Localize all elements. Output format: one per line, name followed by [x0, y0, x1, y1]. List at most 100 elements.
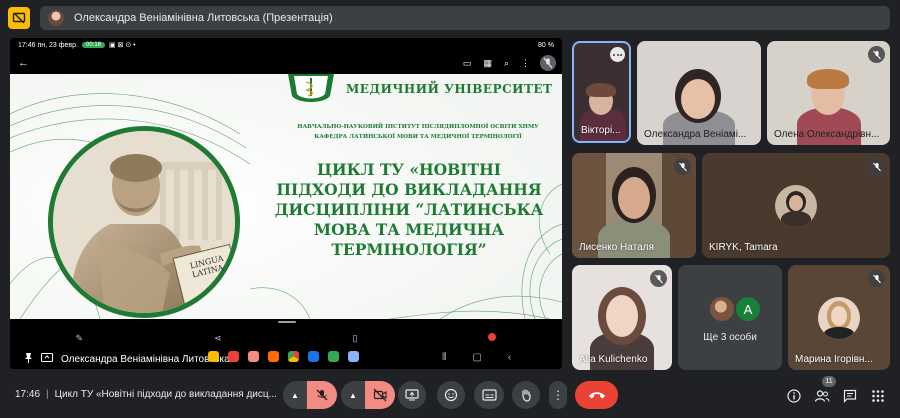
app-icon — [208, 351, 219, 362]
raise-hand-button[interactable] — [512, 381, 540, 409]
chevron-up-icon: ▲ — [349, 390, 357, 400]
participant-name: Лисенко Наталя — [579, 242, 654, 253]
apps-grid-icon — [872, 390, 884, 402]
phone-toolbar: ← ▭ ▦ ⌕ ⋮ — [10, 52, 562, 74]
slide-title: ЦИКЛ ТУ «НОВІТНІ ПІДХОДИ ДО ВИКЛАДАННЯ Д… — [256, 160, 562, 260]
mic-off-icon — [674, 158, 691, 175]
participant-tile[interactable]: Вікторі... — [572, 41, 631, 143]
presentation-stage[interactable]: 17:46 пн, 23 февр. 00:16 ▣ ⊠ ⊙ • 80 % ← … — [10, 38, 562, 369]
meeting-controls-bar: 17:46 | Цикл ТУ «Новітні підходи до викл… — [0, 372, 900, 418]
drag-handle[interactable] — [278, 321, 296, 323]
pen-icon[interactable]: ✎ — [75, 333, 83, 344]
phone-date: пн, 23 февр. — [37, 41, 78, 49]
captions-button[interactable] — [474, 381, 504, 409]
participant-name: Олександра Веніамі... — [644, 129, 747, 140]
presenter-name: Олександра Веніамінівна Литовська — [61, 354, 230, 365]
app-icon — [308, 351, 319, 362]
grid-icon: ▦ — [483, 57, 492, 68]
app-icon — [348, 351, 359, 362]
phone-time: 17:46 — [18, 41, 36, 49]
clipboard-icon[interactable]: ▯ — [353, 333, 358, 344]
avatar — [775, 184, 817, 227]
avatar: A — [734, 295, 762, 323]
more-options-icon[interactable] — [610, 47, 625, 62]
share-icon[interactable]: ⋖ — [214, 333, 222, 344]
phone-app-dock — [208, 351, 359, 362]
participant-count-badge: 11 — [822, 376, 836, 387]
avatar — [818, 296, 860, 339]
other-participants-tile[interactable]: A Ще 3 особи — [678, 265, 782, 370]
presentation-icon[interactable] — [8, 7, 30, 29]
chevron-up-icon: ▲ — [291, 390, 299, 400]
meeting-title: Цикл ТУ «Новітні підходи до викладання д… — [54, 389, 277, 400]
participant-name: Марина Ігорівн... — [795, 354, 873, 365]
department-line: КАФЕДРА ЛАТИНСЬКОЇ МОВИ ТА МЕДИЧНОЇ ТЕРМ… — [314, 134, 522, 140]
mic-toggle-button[interactable] — [307, 381, 337, 409]
slide-title-line: ЦИКЛ ТУ «НОВІТНІ — [317, 160, 501, 179]
people-icon — [814, 390, 830, 402]
participant-tile[interactable]: Alla Kulichenko — [572, 265, 672, 370]
presenter-avatar — [48, 10, 64, 26]
mic-off-icon — [650, 270, 667, 287]
slide-title-line: ТЕРМІНОЛОГІЯ” — [331, 240, 487, 259]
phone-bottom-bar: ✎ ⋖ ▯ Олександра Веніамінівна Литовська — [10, 319, 562, 369]
camera-toggle-button[interactable] — [365, 381, 395, 409]
participant-name: KIRYK, Tamara — [709, 242, 778, 253]
app-icon — [248, 351, 259, 362]
chat-button[interactable] — [841, 387, 859, 405]
hand-icon — [522, 389, 531, 402]
back-icon: ‹ — [507, 352, 512, 363]
recents-icon: ⦀ — [442, 352, 447, 363]
video-settings-button[interactable]: ▲ — [341, 381, 365, 409]
captions-icon — [481, 389, 497, 401]
search-icon: ⌕ — [503, 57, 509, 68]
participant-name: Alla Kulichenko — [579, 354, 648, 365]
participant-tile[interactable]: KIRYK, Tamara — [702, 153, 890, 258]
slide: МЕДИЧНИЙ УНІВЕРСИТЕТ НАВЧАЛЬНО-НАУКОВИЙ … — [10, 74, 562, 319]
battery-indicator: 80 % — [538, 41, 554, 49]
present-now-button[interactable] — [398, 381, 426, 409]
participant-tile[interactable]: Марина Ігорівн... — [788, 265, 890, 370]
app-icon — [268, 351, 279, 362]
presenter-label: Олександра Веніамінівна Литовська — [24, 353, 230, 366]
participant-name: Вікторі... — [581, 125, 621, 136]
participant-tile[interactable]: Олена Олександрівн... — [767, 41, 890, 145]
mic-off-icon — [316, 389, 328, 401]
mic-off-icon — [868, 46, 885, 63]
cast-icon: ▭ — [462, 57, 472, 68]
participant-tile[interactable]: Лисенко Наталя — [572, 153, 696, 258]
avatar — [708, 295, 736, 323]
more-vert-icon: ⋮ — [552, 388, 564, 402]
institute-line: НАВЧАЛЬНО-НАУКОВИЙ ІНСТИТУТ ПІСЛЯДИПЛОМН… — [297, 124, 539, 130]
app-icon — [228, 351, 239, 362]
others-count-label: Ще 3 особи — [703, 332, 757, 343]
phone-status-bar: 17:46 пн, 23 февр. 00:16 ▣ ⊠ ⊙ • 80 % — [10, 38, 562, 52]
audio-settings-button[interactable]: ▲ — [283, 381, 307, 409]
slide-title-line: ДИСЦИПЛІНИ “ЛАТИНСЬКА — [274, 200, 544, 219]
screen-share-icon — [41, 353, 53, 366]
reactions-button[interactable] — [437, 381, 465, 409]
slide-title-line: ПІДХОДИ ДО ВИКЛАДАННЯ — [276, 180, 542, 199]
call-chip: 00:16 — [81, 42, 105, 48]
back-arrow-icon: ← — [18, 57, 29, 69]
participant-name: Олена Олександрівн... — [774, 129, 880, 140]
presenting-title: Олександра Веніамінівна Литовська (Презе… — [74, 12, 333, 24]
university-name: МЕДИЧНИЙ УНІВЕРСИТЕТ — [346, 82, 553, 96]
meeting-details-button[interactable] — [785, 387, 803, 405]
pin-icon — [24, 353, 33, 366]
people-button[interactable] — [813, 387, 831, 405]
status-icons: ▣ ⊠ ⊙ • — [109, 42, 136, 49]
camera-off-icon — [373, 388, 387, 402]
more-vert-icon: ⋮ — [521, 57, 530, 68]
more-options-button[interactable]: ⋮ — [549, 381, 567, 409]
end-call-button[interactable] — [575, 381, 618, 409]
participant-tile[interactable]: Олександра Веніамі... — [637, 41, 761, 145]
record-icon[interactable] — [488, 333, 497, 341]
slide-title-line: МОВА ТА МЕДИЧНА — [313, 220, 505, 239]
activities-button[interactable] — [869, 387, 887, 405]
presenting-banner[interactable]: Олександра Веніамінівна Литовська (Презе… — [40, 6, 890, 30]
meeting-time: 17:46 — [15, 389, 41, 400]
chat-icon — [843, 389, 857, 403]
emoji-icon — [444, 388, 458, 402]
info-icon — [787, 389, 801, 403]
